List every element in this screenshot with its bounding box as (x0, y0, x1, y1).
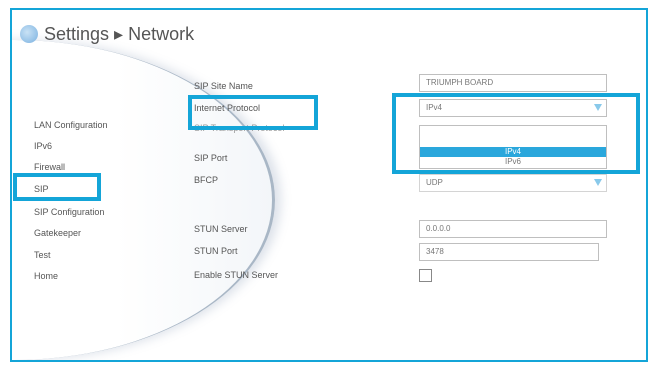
sidebar-item-test[interactable]: Test (34, 250, 51, 260)
sidebar-item-ipv6[interactable]: IPv6 (34, 141, 52, 151)
enable-stun-server-label: Enable STUN Server (194, 270, 279, 280)
sip-site-name-input[interactable]: TRIUMPH BOARD (419, 74, 607, 92)
sidebar-item-home[interactable]: Home (34, 271, 58, 281)
sidebar-item-sip-configuration[interactable]: SIP Configuration (34, 207, 104, 217)
sidebar-item-firewall[interactable]: Firewall (34, 162, 65, 172)
stun-server-label: STUN Server (194, 224, 248, 234)
enable-stun-server-checkbox[interactable] (419, 269, 432, 282)
bfcp-value: UDP (426, 178, 443, 187)
internet-protocol-highlight (188, 95, 318, 130)
sip-port-label: SIP Port (194, 153, 228, 163)
sidebar-item-lan-configuration[interactable]: LAN Configuration (34, 120, 108, 130)
stun-port-input[interactable]: 3478 (419, 243, 599, 261)
stun-server-input[interactable]: 0.0.0.0 (419, 220, 607, 238)
sidebar-item-gatekeeper[interactable]: Gatekeeper (34, 228, 81, 238)
chevron-down-icon (594, 179, 602, 186)
page-header: Settings ▸ Network (20, 22, 194, 46)
bfcp-label: BFCP (194, 175, 219, 185)
stun-port-label: STUN Port (194, 246, 238, 256)
sidebar-sip-highlight (13, 173, 101, 201)
page-title: Settings ▸ Network (44, 23, 195, 44)
logo-icon (20, 25, 38, 43)
sip-site-name-label: SIP Site Name (194, 81, 253, 91)
bfcp-select[interactable]: UDP (419, 174, 607, 192)
internet-protocol-dropdown-highlight (392, 93, 640, 174)
settings-window: Settings ▸ Network LAN Configuration IPv… (10, 8, 648, 362)
